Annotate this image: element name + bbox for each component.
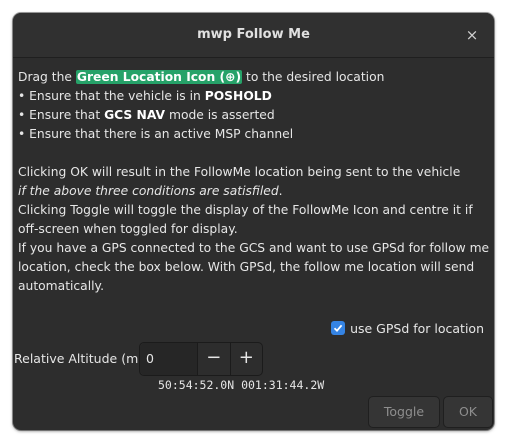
minus-icon[interactable]: − <box>206 347 221 368</box>
bullet1-text: • Ensure that the vehicle is in <box>18 89 205 103</box>
checkmark-icon <box>333 324 343 333</box>
altitude-input[interactable]: 0 <box>140 343 198 375</box>
gps-info: If you have a GPS connected to the GCS a… <box>18 241 490 293</box>
window-title: mwp Follow Me <box>197 27 310 42</box>
bullet-gcs-nav: • Ensure that GCS NAV mode is asserted <box>18 106 490 125</box>
ok-condition: if the above three conditions are satisf… <box>18 182 490 201</box>
gpsd-label[interactable]: use GPSd for location <box>350 321 484 336</box>
close-icon[interactable]: × <box>466 26 479 44</box>
ok-condition-text: if the above three conditions are satisf… <box>18 184 279 198</box>
drag-prefix: Drag the <box>18 70 76 84</box>
altitude-label: Relative Altitude (m) <box>14 351 144 366</box>
bullet-msp: • Ensure that there is an active MSP cha… <box>18 127 294 141</box>
ok-button[interactable]: OK <box>443 396 493 428</box>
gpsd-checkbox-row[interactable]: use GPSd for location <box>331 319 484 337</box>
bullet2-bold: GCS NAV <box>104 108 166 122</box>
title-bar: mwp Follow Me × <box>13 13 494 58</box>
plus-icon[interactable]: + <box>239 347 254 368</box>
bullet2-suffix: mode is asserted <box>165 108 275 122</box>
altitude-increment-button[interactable]: + <box>229 343 262 375</box>
toggle-info: Clicking Toggle will toggle the display … <box>18 203 473 236</box>
bullet-poshold: • Ensure that the vehicle is in POSHOLD <box>18 87 490 106</box>
toggle-button[interactable]: Toggle <box>368 396 440 428</box>
green-location-icon-highlight: Green Location Icon (⊕) <box>75 70 243 84</box>
drag-instruction: Drag the Green Location Icon (⊕) to the … <box>18 68 490 87</box>
gpsd-checkbox[interactable] <box>331 321 346 335</box>
instructions: Drag the Green Location Icon (⊕) to the … <box>18 68 490 296</box>
altitude-spinbutton[interactable]: 0 − + <box>139 342 263 376</box>
bullet2-text: • Ensure that <box>18 108 105 122</box>
coordinates-readout: 50:54:52.0N 001:31:44.2W <box>158 378 325 392</box>
ok-info: Clicking OK will result in the FollowMe … <box>18 165 461 179</box>
close-button[interactable]: × <box>460 23 484 47</box>
drag-suffix: to the desired location <box>242 70 385 84</box>
ok-condition-end: . <box>278 184 283 198</box>
altitude-decrement-button[interactable]: − <box>197 343 229 375</box>
bullet1-bold: POSHOLD <box>204 89 272 103</box>
follow-me-dialog: mwp Follow Me × Drag the Green Location … <box>13 13 494 430</box>
